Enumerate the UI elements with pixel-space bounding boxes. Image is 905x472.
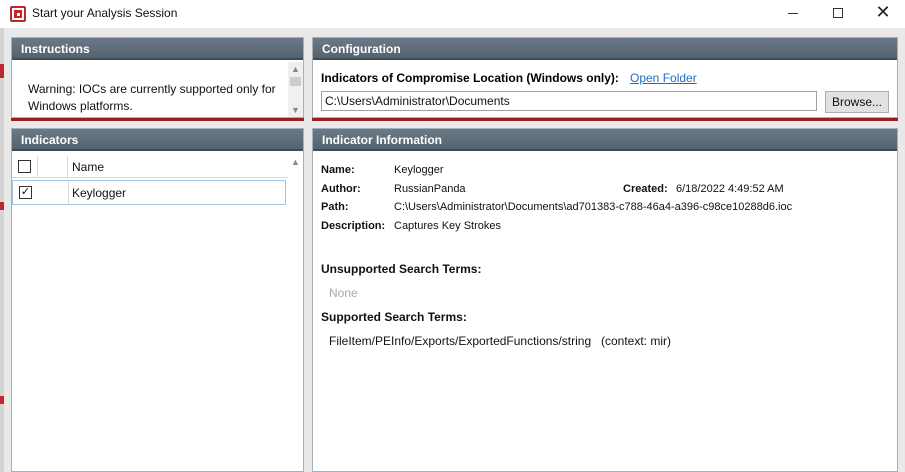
- edge-accent: [0, 202, 4, 210]
- edge-accent: [0, 64, 4, 78]
- unsupported-terms-heading: Unsupported Search Terms:: [321, 262, 482, 276]
- select-all-cell: [12, 156, 38, 178]
- configuration-header: Configuration: [313, 38, 897, 60]
- panel-divider: [312, 118, 898, 121]
- grid-header-spacer: [38, 156, 68, 178]
- scrollbar-thumb[interactable]: [290, 77, 301, 86]
- minimize-icon: [788, 13, 798, 14]
- row-divider: [68, 181, 69, 204]
- description-label: Description:: [321, 220, 386, 232]
- maximize-icon: [833, 8, 843, 18]
- window-title: Start your Analysis Session: [32, 6, 178, 20]
- title-bar: Start your Analysis Session ✕: [0, 0, 905, 28]
- row-checkbox[interactable]: ✓: [19, 186, 32, 199]
- created-label: Created:: [623, 183, 668, 195]
- ioc-location-input[interactable]: [321, 91, 817, 111]
- app-body: Instructions Warning: IOCs are currently…: [0, 28, 905, 472]
- path-label: Path:: [321, 201, 349, 213]
- author-label: Author:: [321, 183, 361, 195]
- instructions-scrollbar[interactable]: ▲ ▼: [288, 62, 303, 117]
- configuration-panel: Configuration Indicators of Compromise L…: [312, 37, 898, 118]
- edge-accent: [0, 396, 4, 404]
- indicators-header: Indicators: [12, 129, 303, 151]
- description-value: Captures Key Strokes: [394, 220, 501, 232]
- indicator-info-header: Indicator Information: [313, 129, 897, 151]
- supported-term: FileItem/PEInfo/Exports/ExportedFunction…: [329, 334, 592, 348]
- unsupported-terms-value: None: [329, 286, 358, 300]
- column-header-name[interactable]: Name: [72, 160, 104, 174]
- name-value: Keylogger: [394, 164, 444, 176]
- indicators-scrollbar[interactable]: ▲: [288, 153, 303, 471]
- instructions-text: Warning: IOCs are currently supported on…: [28, 82, 276, 113]
- supported-term-context: (context: mir): [601, 334, 672, 348]
- indicator-name: Keylogger: [72, 186, 127, 200]
- close-icon: ✕: [875, 2, 891, 23]
- table-row[interactable]: ✓ Keylogger: [12, 180, 286, 205]
- author-value: RussianPanda: [394, 183, 466, 195]
- indicators-panel: Indicators Name ✓ Keylogger ▲: [11, 128, 304, 472]
- browse-button[interactable]: Browse...: [825, 91, 889, 113]
- ioc-location-label: Indicators of Compromise Location (Windo…: [321, 71, 619, 85]
- path-value: C:\Users\Administrator\Documents\ad70138…: [394, 201, 793, 213]
- background-window-edge: [0, 28, 4, 472]
- name-label: Name:: [321, 164, 355, 176]
- instructions-header: Instructions: [12, 38, 303, 60]
- created-value: 6/18/2022 4:49:52 AM: [676, 183, 784, 195]
- open-folder-link[interactable]: Open Folder: [630, 71, 697, 85]
- supported-terms-heading: Supported Search Terms:: [321, 310, 467, 324]
- minimize-button[interactable]: [770, 0, 816, 28]
- close-button[interactable]: ✕: [860, 0, 905, 28]
- indicator-info-panel: Indicator Information Name: Keylogger Au…: [312, 128, 898, 472]
- scroll-up-icon[interactable]: ▲: [288, 155, 303, 169]
- app-logo-icon: [10, 6, 26, 22]
- scroll-up-icon[interactable]: ▲: [288, 62, 303, 76]
- instructions-panel: Instructions Warning: IOCs are currently…: [11, 37, 304, 118]
- indicators-grid-header: Name: [12, 156, 288, 178]
- scroll-down-icon[interactable]: ▼: [288, 103, 303, 117]
- select-all-checkbox[interactable]: [18, 160, 31, 173]
- maximize-button[interactable]: [815, 0, 861, 28]
- panel-divider: [11, 118, 304, 121]
